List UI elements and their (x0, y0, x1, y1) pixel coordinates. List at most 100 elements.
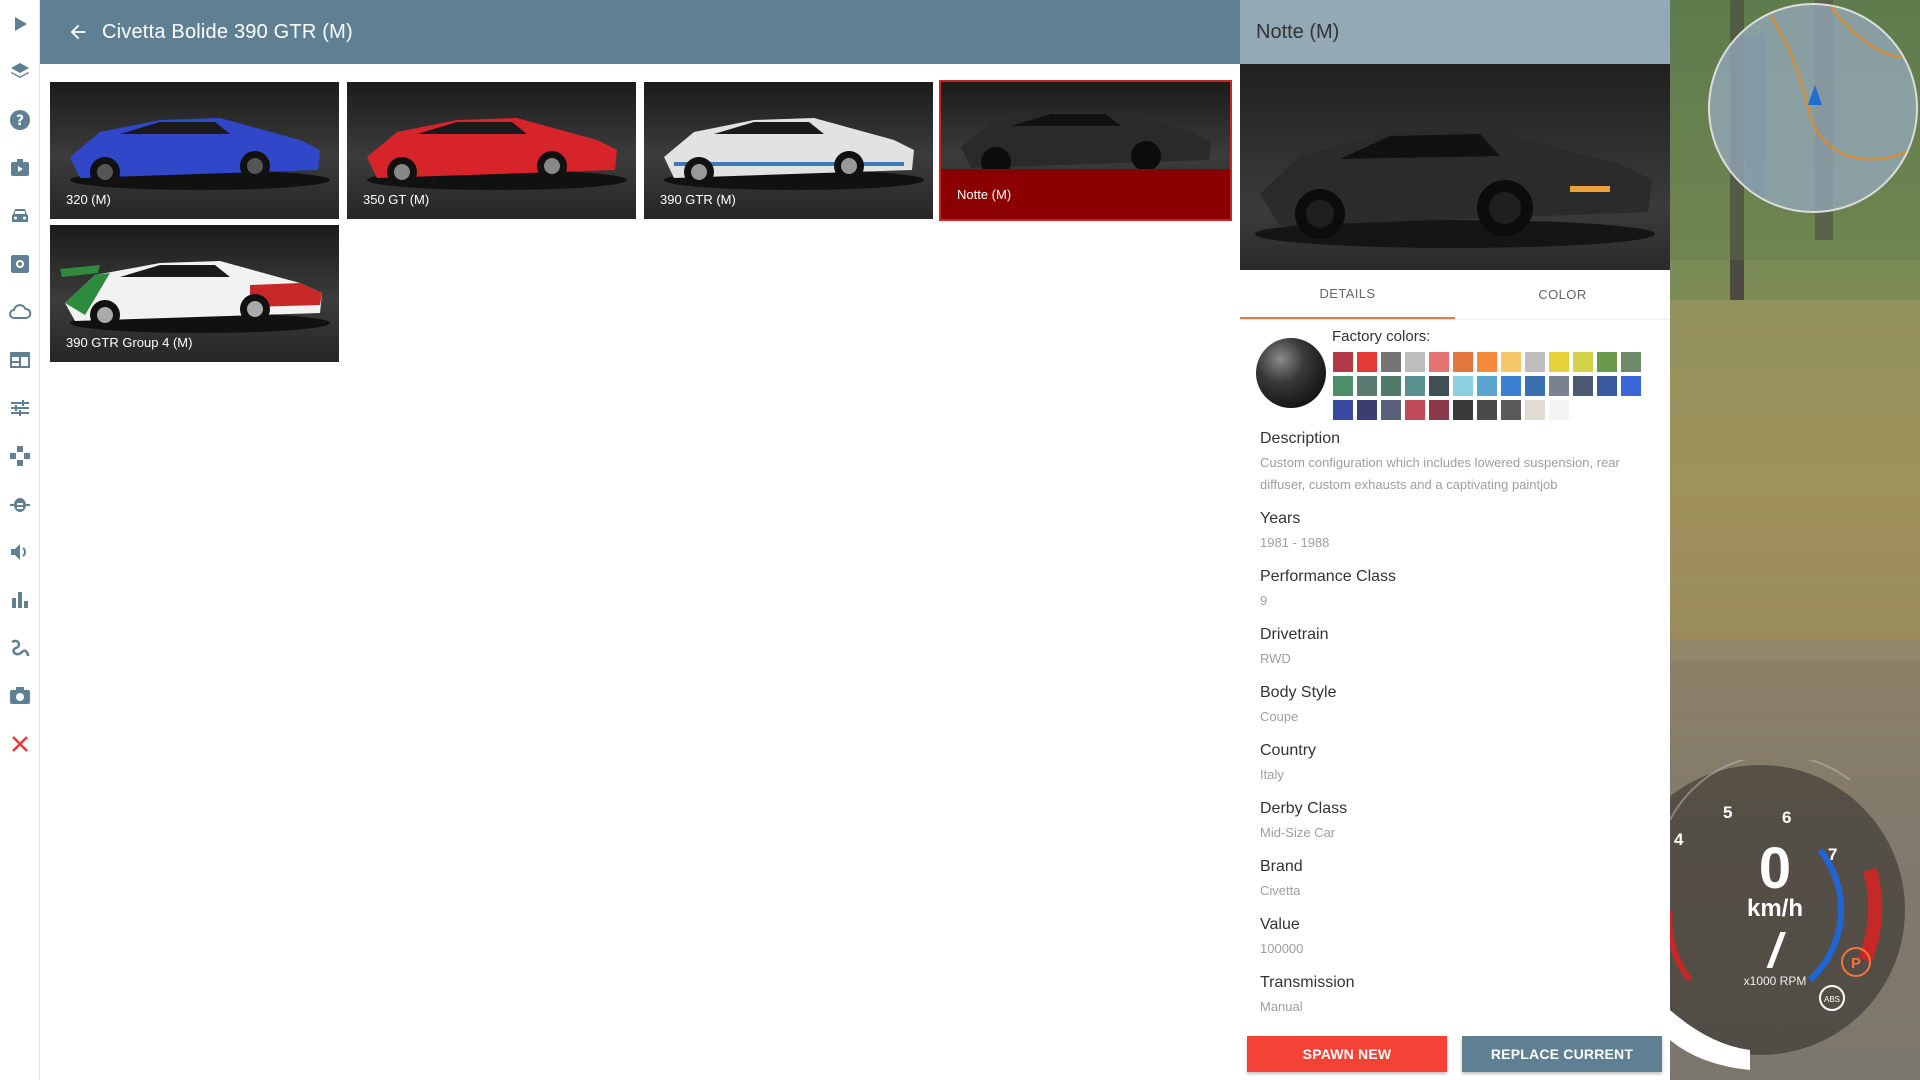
config-tile-390gtr-group4[interactable]: 390 GTR Group 4 (M) (50, 225, 339, 362)
audio-icon[interactable] (0, 530, 40, 574)
tab-color[interactable]: COLOR (1455, 270, 1670, 319)
config-tile-390gtr[interactable]: 390 GTR (M) (644, 82, 933, 219)
vehicle-icon[interactable] (0, 194, 40, 238)
speed-unit: km/h (1746, 895, 1803, 922)
performance-chart-icon[interactable] (0, 578, 40, 622)
layers-icon[interactable] (0, 50, 40, 94)
vehicle-config-icon[interactable] (0, 242, 40, 286)
color-swatch[interactable] (1357, 352, 1377, 372)
color-swatch[interactable] (1597, 376, 1617, 396)
info-value: 100000 (1260, 941, 1304, 956)
info-key: Years (1260, 510, 1301, 527)
color-swatch[interactable] (1597, 352, 1617, 372)
svg-text:ABS: ABS (1824, 995, 1840, 1004)
color-swatch[interactable] (1621, 352, 1641, 372)
info-item: Body Style Coupe (1260, 684, 1650, 728)
play-icon[interactable] (0, 2, 40, 46)
car-preview-image (1240, 64, 1670, 270)
config-tile-350gt[interactable]: 350 GT (M) (347, 82, 636, 219)
color-swatch[interactable] (1381, 376, 1401, 396)
color-swatch[interactable] (1477, 352, 1497, 372)
color-swatch[interactable] (1453, 400, 1473, 420)
color-swatch[interactable] (1477, 376, 1497, 396)
gear-indicator: / (1768, 925, 1782, 978)
svg-text:P: P (1851, 955, 1861, 972)
ui-apps-icon[interactable] (0, 338, 40, 382)
color-swatch[interactable] (1453, 352, 1473, 372)
color-swatch[interactable] (1333, 400, 1353, 420)
color-swatch[interactable] (1429, 376, 1449, 396)
back-button[interactable] (54, 0, 102, 64)
info-value: 1981 - 1988 (1260, 535, 1330, 550)
color-swatch[interactable] (1381, 352, 1401, 372)
color-swatch[interactable] (1357, 376, 1377, 396)
spawn-new-button[interactable]: SPAWN NEW (1247, 1036, 1447, 1072)
config-grid: 320 (M) 350 GT (M) 390 GTR (M) Notte (M) (40, 64, 1240, 1080)
controls-gamepad-icon[interactable] (0, 434, 40, 478)
info-value: RWD (1260, 651, 1291, 666)
color-swatch[interactable] (1429, 352, 1449, 372)
debug-bug-icon[interactable] (0, 482, 40, 526)
info-item: Performance Class 9 (1260, 568, 1650, 612)
color-swatch[interactable] (1525, 400, 1545, 420)
config-label: 390 GTR (M) (660, 191, 736, 207)
action-bar: SPAWN NEW REPLACE CURRENT (1240, 1036, 1670, 1076)
color-swatch[interactable] (1549, 376, 1569, 396)
color-swatch[interactable] (1501, 352, 1521, 372)
detail-panel: Notte (M) DETAILS COLOR Factory colors: … (1240, 0, 1670, 1080)
color-swatch[interactable] (1333, 352, 1353, 372)
info-value: Custom configuration which includes lowe… (1260, 455, 1620, 492)
rpm-tick: 5 (1723, 803, 1733, 822)
color-swatch[interactable] (1549, 352, 1569, 372)
environment-cloud-icon[interactable] (0, 290, 40, 334)
replace-current-button[interactable]: REPLACE CURRENT (1462, 1036, 1662, 1072)
header-bar: Civetta Bolide 390 GTR (M) (40, 0, 1240, 64)
options-sliders-icon[interactable] (0, 386, 40, 430)
factory-colors: Factory colors: (1240, 320, 1670, 430)
player-arrow-icon (1808, 85, 1822, 105)
help-icon[interactable]: ? (0, 98, 40, 142)
color-swatch[interactable] (1501, 376, 1521, 396)
color-swatch[interactable] (1549, 400, 1569, 420)
color-swatch[interactable] (1525, 352, 1545, 372)
info-key: Country (1260, 742, 1317, 759)
color-swatch[interactable] (1477, 400, 1497, 420)
color-swatch[interactable] (1429, 400, 1449, 420)
color-swatch[interactable] (1573, 376, 1593, 396)
color-swatch[interactable] (1453, 376, 1473, 396)
color-swatch[interactable] (1405, 352, 1425, 372)
color-swatch[interactable] (1381, 400, 1401, 420)
color-swatch[interactable] (1333, 376, 1353, 396)
color-swatch[interactable] (1501, 400, 1521, 420)
tab-details[interactable]: DETAILS (1240, 270, 1455, 319)
info-item: Description Custom configuration which in… (1260, 430, 1650, 496)
color-swatch[interactable] (1573, 352, 1593, 372)
camera-icon[interactable] (0, 674, 40, 718)
info-key: Description (1260, 430, 1341, 447)
color-swatch[interactable] (1525, 376, 1545, 396)
detail-tabs: DETAILS COLOR (1240, 270, 1670, 320)
arrow-back-icon (70, 24, 86, 40)
rpm-tick: 7 (1828, 845, 1838, 864)
color-swatch[interactable] (1405, 376, 1425, 396)
color-swatch[interactable] (1405, 400, 1425, 420)
config-label: 320 (M) (66, 191, 111, 207)
color-swatch[interactable] (1357, 400, 1377, 420)
rpm-tick: 6 (1782, 808, 1792, 827)
info-key: Performance Class (1260, 568, 1397, 585)
info-item: Country Italy (1260, 742, 1650, 786)
close-icon[interactable] (0, 722, 40, 766)
game-viewport: P ABS 4 5 6 7 0 km/h / x1000 RPM (1670, 0, 1920, 1080)
paint-preview-sphere (1256, 338, 1326, 408)
color-swatches (1333, 352, 1653, 420)
color-swatch[interactable] (1621, 376, 1641, 396)
config-tile-320[interactable]: 320 (M) (50, 82, 339, 219)
mission-icon[interactable] (0, 146, 40, 190)
info-value: 9 (1260, 593, 1268, 608)
page-title: Civetta Bolide 390 GTR (M) (102, 20, 353, 43)
config-label: Notte (M) (941, 169, 1230, 219)
info-value: Mid-Size Car (1260, 825, 1336, 840)
rpm-label: x1000 RPM (1743, 974, 1807, 988)
track-builder-icon[interactable] (0, 626, 40, 670)
config-tile-notte[interactable]: Notte (M) (939, 80, 1232, 221)
